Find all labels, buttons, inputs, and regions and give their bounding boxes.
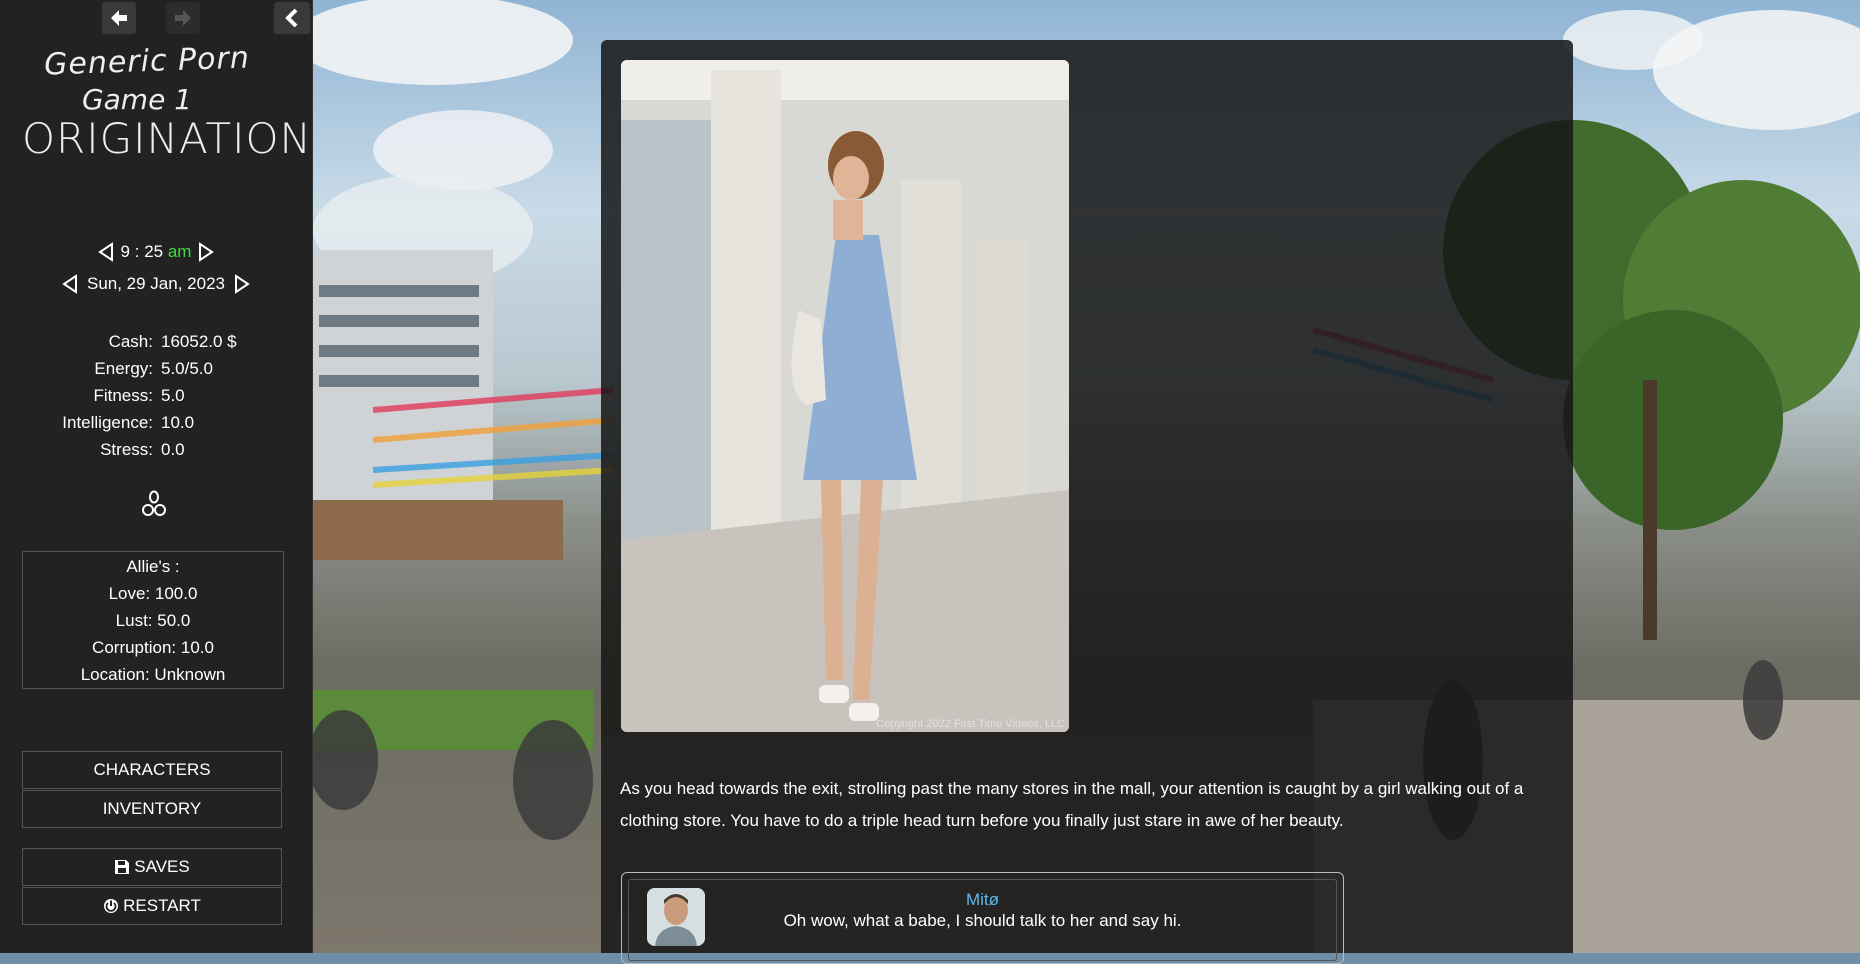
triangle-left-icon <box>97 242 113 262</box>
character-location: Location: Unknown <box>80 664 226 684</box>
girl-photo <box>621 60 1069 732</box>
dialogue-inner: Mitø Oh wow, what a babe, I should talk … <box>628 879 1337 961</box>
stat-label: Intelligence: <box>62 412 153 432</box>
saves-label: SAVES <box>134 857 190 876</box>
logo-line3: ORIGINATION <box>22 114 312 163</box>
stat-label: Fitness: <box>93 385 153 405</box>
stat-intelligence: Intelligence: 10.0 <box>0 409 312 436</box>
power-icon <box>104 899 119 913</box>
character-love: Love: 100.0 <box>108 583 198 603</box>
character-corruption: Corruption: 10.0 <box>92 637 214 657</box>
stat-fitness: Fitness: 5.0 <box>0 382 312 409</box>
stat-label: Energy: <box>94 358 153 378</box>
triangle-left-icon <box>62 274 77 294</box>
date-text: Sun, 29 Jan, 2023 <box>86 274 225 293</box>
time-forward-button[interactable] <box>195 241 217 263</box>
date-back-button[interactable] <box>59 273 81 295</box>
characters-label: CHARACTERS <box>93 760 211 779</box>
forward-button[interactable] <box>166 2 200 34</box>
date-forward-button[interactable] <box>231 273 253 295</box>
gender-icon[interactable] <box>141 490 167 523</box>
date-row: Sun, 29 Jan, 2023 <box>0 273 312 295</box>
logo-line1: Generic Porn <box>43 40 251 83</box>
scene-photo: Copyright 2022 First Time Videos, LLC <box>621 60 1069 732</box>
dialogue-text: Oh wow, what a babe, I should talk to he… <box>783 911 1182 930</box>
inventory-button[interactable]: INVENTORY <box>22 790 282 828</box>
character-name: Allie's : <box>126 556 180 576</box>
scene-panel: Copyright 2022 First Time Videos, LLC As… <box>601 40 1573 964</box>
triangle-right-icon <box>235 274 250 294</box>
logo-line2: Game 1 <box>81 83 193 116</box>
stat-value: 0.0 <box>161 439 185 459</box>
story-text: As you head towards the exit, strolling … <box>620 779 1524 830</box>
characters-button[interactable]: CHARACTERS <box>22 751 282 789</box>
time-minute: 25 <box>144 242 164 261</box>
back-button[interactable] <box>102 2 136 34</box>
collapse-sidebar-button[interactable] <box>274 2 310 34</box>
arrow-left-icon <box>111 10 127 26</box>
player-stats: Cash: 16052.0 $ Energy: 5.0/5.0 Fitness: 5.… <box>0 328 312 463</box>
stat-value: 10.0 <box>161 412 195 432</box>
stat-energy: Energy: 5.0/5.0 <box>0 355 312 382</box>
time-row: 9 : 25 am <box>0 241 312 263</box>
sidebar: Generic Porn Game 1 ORIGINATION 9 : 25 a… <box>0 0 313 953</box>
stat-stress: Stress: 0.0 <box>0 436 312 463</box>
restart-button[interactable]: RESTART <box>22 887 282 925</box>
dialogue-box: Mitø Oh wow, what a babe, I should talk … <box>621 872 1344 964</box>
stat-value: 5.0/5.0 <box>161 358 213 378</box>
character-lust: Lust: 50.0 <box>115 610 191 630</box>
stat-value: 16052.0 $ <box>161 331 237 351</box>
time-separator: : <box>134 242 145 261</box>
time-hour: 9 <box>120 242 130 261</box>
stat-cash: Cash: 16052.0 $ <box>0 328 312 355</box>
triangle-right-icon <box>199 242 215 262</box>
chevron-left-icon <box>285 8 298 28</box>
photo-copyright: Copyright 2022 First Time Videos, LLC <box>876 718 1065 730</box>
inventory-label: INVENTORY <box>102 799 202 818</box>
restart-label: RESTART <box>123 896 201 915</box>
stat-value: 5.0 <box>161 385 185 405</box>
arrow-right-icon <box>175 10 191 26</box>
stat-label: Cash: <box>108 331 153 351</box>
stat-label: Stress: <box>100 439 153 459</box>
speaker-name: Mitø <box>965 890 1000 909</box>
saves-button[interactable]: SAVES <box>22 848 282 886</box>
character-status-box: Allie's : Love: 100.0 Lust: 50.0 Corrupt… <box>22 551 284 689</box>
time-ampm: am <box>167 242 192 261</box>
floppy-disk-icon <box>115 860 130 874</box>
time-back-button[interactable] <box>95 241 117 263</box>
game-logo: Generic Porn Game 1 ORIGINATION <box>22 40 312 184</box>
